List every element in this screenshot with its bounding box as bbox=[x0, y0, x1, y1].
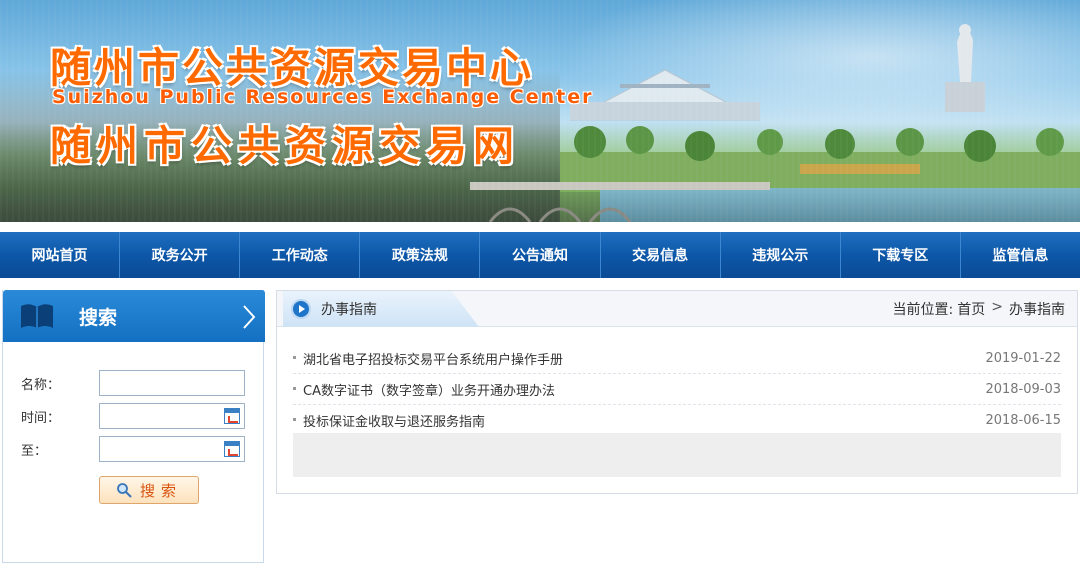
nav-item-announcements[interactable]: 公告通知 bbox=[480, 232, 601, 278]
search-button-label: 搜索 bbox=[139, 481, 182, 500]
search-panel-title: 搜索 bbox=[79, 307, 118, 329]
to-field bbox=[99, 436, 245, 462]
header-banner: 随州市公共资源交易中心 Suizhou Public Resources Exc… bbox=[0, 0, 1080, 222]
nav-item-transactions[interactable]: 交易信息 bbox=[601, 232, 721, 278]
tab-guide-label: 办事指南 bbox=[321, 302, 377, 318]
breadcrumb-prefix: 当前位置: bbox=[892, 302, 954, 318]
name-input[interactable] bbox=[99, 370, 245, 396]
name-label: 名称： bbox=[21, 377, 61, 393]
nav-item-policies[interactable]: 政策法规 bbox=[360, 232, 481, 278]
banner-title-cn2: 随州市公共资源交易网 bbox=[50, 122, 520, 170]
tab-guide[interactable]: 办事指南 bbox=[283, 291, 479, 327]
book-icon bbox=[21, 304, 53, 328]
chevron-right-icon bbox=[243, 305, 256, 329]
pagination-area bbox=[293, 433, 1061, 477]
search-icon bbox=[117, 483, 132, 498]
breadcrumb-current: 办事指南 bbox=[1009, 302, 1065, 318]
guide-list: 湖北省电子招投标交易平台系统用户操作手册 2019-01-22 CA数字证书（数… bbox=[293, 343, 1061, 436]
search-button[interactable]: 搜索 bbox=[99, 476, 199, 504]
list-item-title[interactable]: 投标保证金收取与退还服务指南 bbox=[303, 411, 485, 430]
nav-item-government-affairs[interactable]: 政务公开 bbox=[120, 232, 241, 278]
list-item-date: 2019-01-22 bbox=[985, 350, 1061, 366]
search-panel-header: 搜索 bbox=[3, 290, 265, 342]
bullet-icon bbox=[293, 356, 296, 359]
breadcrumb: 当前位置: 首页 > 办事指南 bbox=[893, 299, 1065, 319]
bullet-icon bbox=[293, 387, 296, 390]
main-nav: 网站首页 政务公开 工作动态 政策法规 公告通知 交易信息 违规公示 下载专区 … bbox=[0, 232, 1080, 278]
breadcrumb-separator: > bbox=[991, 299, 1003, 315]
bullet-icon bbox=[293, 418, 296, 421]
calendar-icon[interactable] bbox=[224, 441, 240, 457]
nav-item-work-news[interactable]: 工作动态 bbox=[240, 232, 361, 278]
list-item-title[interactable]: 湖北省电子招投标交易平台系统用户操作手册 bbox=[303, 349, 563, 368]
time-field bbox=[99, 403, 245, 429]
calendar-icon[interactable] bbox=[224, 408, 240, 424]
list-item-title[interactable]: CA数字证书（数字签章）业务开通办理办法 bbox=[303, 380, 555, 399]
to-label: 至： bbox=[21, 443, 48, 459]
name-row: 名称： bbox=[21, 370, 245, 396]
search-panel: 搜索 名称： 时间： 至： 搜索 bbox=[2, 290, 265, 563]
nav-item-home[interactable]: 网站首页 bbox=[0, 232, 121, 278]
list-item: 投标保证金收取与退还服务指南 2018-06-15 bbox=[293, 405, 1061, 436]
guide-panel: 办事指南 当前位置: 首页 > 办事指南 湖北省电子招投标交易平台系统用户操作手… bbox=[276, 290, 1078, 494]
arrow-right-icon bbox=[291, 299, 311, 319]
banner-title-cn: 随州市公共资源交易中心 bbox=[50, 44, 534, 92]
breadcrumb-home-link[interactable]: 首页 bbox=[957, 299, 985, 319]
list-item-date: 2018-09-03 bbox=[985, 381, 1061, 397]
banner-title-en: Suizhou Public Resources Exchange Center bbox=[52, 86, 594, 108]
nav-item-violations[interactable]: 违规公示 bbox=[721, 232, 841, 278]
time-row: 时间： bbox=[21, 403, 245, 429]
list-item: CA数字证书（数字签章）业务开通办理办法 2018-09-03 bbox=[293, 374, 1061, 405]
nav-item-supervision[interactable]: 监管信息 bbox=[961, 232, 1080, 278]
time-label: 时间： bbox=[21, 410, 61, 426]
list-item-date: 2018-06-15 bbox=[985, 412, 1061, 428]
guide-panel-header: 办事指南 当前位置: 首页 > 办事指南 bbox=[277, 291, 1077, 327]
to-row: 至： bbox=[21, 436, 245, 462]
nav-item-downloads[interactable]: 下载专区 bbox=[841, 232, 961, 278]
list-item: 湖北省电子招投标交易平台系统用户操作手册 2019-01-22 bbox=[293, 343, 1061, 374]
